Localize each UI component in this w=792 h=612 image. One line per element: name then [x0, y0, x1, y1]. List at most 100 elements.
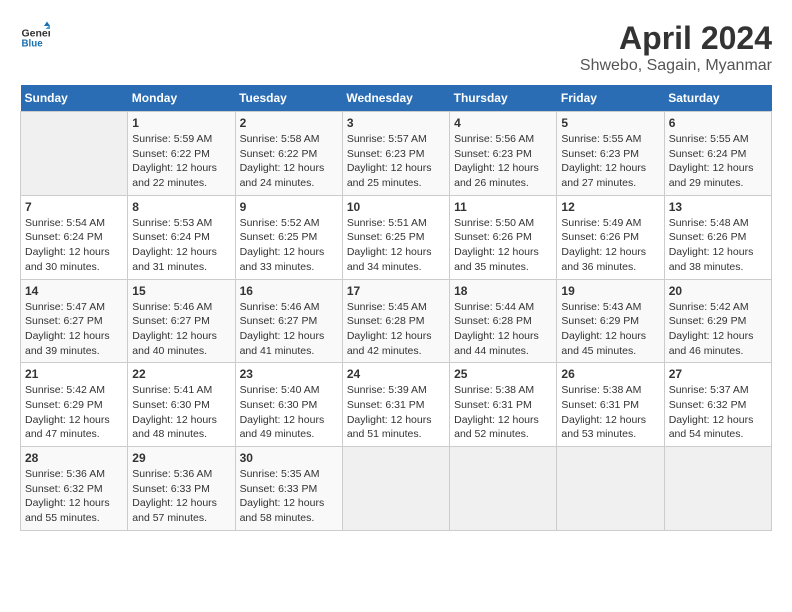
day-info: Sunrise: 5:58 AM Sunset: 6:22 PM Dayligh… — [240, 132, 338, 191]
calendar-week-2: 7 Sunrise: 5:54 AM Sunset: 6:24 PM Daylig… — [21, 195, 772, 279]
day-info: Sunrise: 5:56 AM Sunset: 6:23 PM Dayligh… — [454, 132, 552, 191]
day-info: Sunrise: 5:42 AM Sunset: 6:29 PM Dayligh… — [25, 383, 123, 442]
calendar-week-4: 21 Sunrise: 5:42 AM Sunset: 6:29 PM Dayli… — [21, 363, 772, 447]
header-thursday: Thursday — [450, 85, 557, 112]
day-info: Sunrise: 5:46 AM Sunset: 6:27 PM Dayligh… — [132, 300, 230, 359]
day-number: 26 — [561, 367, 659, 381]
calendar-cell: 7 Sunrise: 5:54 AM Sunset: 6:24 PM Daylig… — [21, 195, 128, 279]
day-info: Sunrise: 5:38 AM Sunset: 6:31 PM Dayligh… — [561, 383, 659, 442]
day-number: 21 — [25, 367, 123, 381]
calendar-cell: 15 Sunrise: 5:46 AM Sunset: 6:27 PM Dayli… — [128, 279, 235, 363]
day-number: 28 — [25, 451, 123, 465]
day-info: Sunrise: 5:50 AM Sunset: 6:26 PM Dayligh… — [454, 216, 552, 275]
day-number: 6 — [669, 116, 767, 130]
day-info: Sunrise: 5:46 AM Sunset: 6:27 PM Dayligh… — [240, 300, 338, 359]
day-info: Sunrise: 5:43 AM Sunset: 6:29 PM Dayligh… — [561, 300, 659, 359]
day-info: Sunrise: 5:52 AM Sunset: 6:25 PM Dayligh… — [240, 216, 338, 275]
day-number: 3 — [347, 116, 445, 130]
day-info: Sunrise: 5:48 AM Sunset: 6:26 PM Dayligh… — [669, 216, 767, 275]
day-number: 2 — [240, 116, 338, 130]
calendar-cell — [342, 447, 449, 531]
calendar-cell — [664, 447, 771, 531]
day-info: Sunrise: 5:53 AM Sunset: 6:24 PM Dayligh… — [132, 216, 230, 275]
calendar-cell: 11 Sunrise: 5:50 AM Sunset: 6:26 PM Dayli… — [450, 195, 557, 279]
day-info: Sunrise: 5:55 AM Sunset: 6:23 PM Dayligh… — [561, 132, 659, 191]
calendar-table: SundayMondayTuesdayWednesdayThursdayFrid… — [20, 85, 772, 531]
calendar-cell: 25Sunrise: 5:38 AM Sunset: 6:31 PM Dayli… — [450, 363, 557, 447]
day-number: 19 — [561, 284, 659, 298]
day-number: 25 — [454, 367, 552, 381]
day-info: Sunrise: 5:37 AM Sunset: 6:32 PM Dayligh… — [669, 383, 767, 442]
day-number: 9 — [240, 200, 338, 214]
calendar-cell: 19 Sunrise: 5:43 AM Sunset: 6:29 PM Dayli… — [557, 279, 664, 363]
day-number: 12 — [561, 200, 659, 214]
day-info: Sunrise: 5:35 AM Sunset: 6:33 PM Dayligh… — [240, 467, 338, 526]
day-number: 15 — [132, 284, 230, 298]
day-info: Sunrise: 5:57 AM Sunset: 6:23 PM Dayligh… — [347, 132, 445, 191]
calendar-week-5: 28 Sunrise: 5:36 AM Sunset: 6:32 PM Dayli… — [21, 447, 772, 531]
header-monday: Monday — [128, 85, 235, 112]
calendar-cell: 30 Sunrise: 5:35 AM Sunset: 6:33 PM Dayli… — [235, 447, 342, 531]
calendar-week-1: 1 Sunrise: 5:59 AM Sunset: 6:22 PM Daylig… — [21, 112, 772, 196]
calendar-cell — [557, 447, 664, 531]
calendar-cell: 4 Sunrise: 5:56 AM Sunset: 6:23 PM Daylig… — [450, 112, 557, 196]
day-number: 18 — [454, 284, 552, 298]
day-number: 13 — [669, 200, 767, 214]
day-number: 4 — [454, 116, 552, 130]
calendar-cell: 21 Sunrise: 5:42 AM Sunset: 6:29 PM Dayli… — [21, 363, 128, 447]
logo-icon: General Blue — [20, 20, 50, 50]
calendar-cell: 16 Sunrise: 5:46 AM Sunset: 6:27 PM Dayli… — [235, 279, 342, 363]
day-info: Sunrise: 5:36 AM Sunset: 6:32 PM Dayligh… — [25, 467, 123, 526]
calendar-cell: 9 Sunrise: 5:52 AM Sunset: 6:25 PM Daylig… — [235, 195, 342, 279]
day-info: Sunrise: 5:49 AM Sunset: 6:26 PM Dayligh… — [561, 216, 659, 275]
calendar-cell: 10 Sunrise: 5:51 AM Sunset: 6:25 PM Dayli… — [342, 195, 449, 279]
calendar-cell: 18 Sunrise: 5:44 AM Sunset: 6:28 PM Dayli… — [450, 279, 557, 363]
calendar-cell: 3 Sunrise: 5:57 AM Sunset: 6:23 PM Daylig… — [342, 112, 449, 196]
day-number: 10 — [347, 200, 445, 214]
calendar-cell: 1 Sunrise: 5:59 AM Sunset: 6:22 PM Daylig… — [128, 112, 235, 196]
day-number: 24 — [347, 367, 445, 381]
calendar-week-3: 14 Sunrise: 5:47 AM Sunset: 6:27 PM Dayli… — [21, 279, 772, 363]
header-wednesday: Wednesday — [342, 85, 449, 112]
day-info: Sunrise: 5:44 AM Sunset: 6:28 PM Dayligh… — [454, 300, 552, 359]
title-block: April 2024 Shwebo, Sagain, Myanmar — [580, 20, 772, 75]
calendar-cell: 23Sunrise: 5:40 AM Sunset: 6:30 PM Dayli… — [235, 363, 342, 447]
day-number: 8 — [132, 200, 230, 214]
day-number: 27 — [669, 367, 767, 381]
day-number: 5 — [561, 116, 659, 130]
day-number: 30 — [240, 451, 338, 465]
calendar-cell: 26 Sunrise: 5:38 AM Sunset: 6:31 PM Dayli… — [557, 363, 664, 447]
day-info: Sunrise: 5:51 AM Sunset: 6:25 PM Dayligh… — [347, 216, 445, 275]
calendar-cell: 13 Sunrise: 5:48 AM Sunset: 6:26 PM Dayli… — [664, 195, 771, 279]
calendar-cell: 20Sunrise: 5:42 AM Sunset: 6:29 PM Dayli… — [664, 279, 771, 363]
day-info: Sunrise: 5:47 AM Sunset: 6:27 PM Dayligh… — [25, 300, 123, 359]
day-number: 1 — [132, 116, 230, 130]
day-info: Sunrise: 5:45 AM Sunset: 6:28 PM Dayligh… — [347, 300, 445, 359]
day-info: Sunrise: 5:36 AM Sunset: 6:33 PM Dayligh… — [132, 467, 230, 526]
day-number: 11 — [454, 200, 552, 214]
calendar-cell: 5 Sunrise: 5:55 AM Sunset: 6:23 PM Daylig… — [557, 112, 664, 196]
day-info: Sunrise: 5:55 AM Sunset: 6:24 PM Dayligh… — [669, 132, 767, 191]
day-info: Sunrise: 5:59 AM Sunset: 6:22 PM Dayligh… — [132, 132, 230, 191]
calendar-cell: 6 Sunrise: 5:55 AM Sunset: 6:24 PM Daylig… — [664, 112, 771, 196]
logo: General Blue — [20, 20, 50, 50]
day-number: 20 — [669, 284, 767, 298]
day-number: 22 — [132, 367, 230, 381]
day-number: 16 — [240, 284, 338, 298]
calendar-cell — [450, 447, 557, 531]
day-number: 23 — [240, 367, 338, 381]
calendar-cell: 27 Sunrise: 5:37 AM Sunset: 6:32 PM Dayli… — [664, 363, 771, 447]
calendar-header-row: SundayMondayTuesdayWednesdayThursdayFrid… — [21, 85, 772, 112]
calendar-cell: 29Sunrise: 5:36 AM Sunset: 6:33 PM Dayli… — [128, 447, 235, 531]
calendar-cell: 17 Sunrise: 5:45 AM Sunset: 6:28 PM Dayli… — [342, 279, 449, 363]
day-number: 14 — [25, 284, 123, 298]
calendar-cell: 28 Sunrise: 5:36 AM Sunset: 6:32 PM Dayli… — [21, 447, 128, 531]
svg-text:Blue: Blue — [22, 38, 44, 49]
calendar-cell: 8 Sunrise: 5:53 AM Sunset: 6:24 PM Daylig… — [128, 195, 235, 279]
day-number: 7 — [25, 200, 123, 214]
calendar-cell: 24 Sunrise: 5:39 AM Sunset: 6:31 PM Dayli… — [342, 363, 449, 447]
day-info: Sunrise: 5:54 AM Sunset: 6:24 PM Dayligh… — [25, 216, 123, 275]
calendar-cell: 2 Sunrise: 5:58 AM Sunset: 6:22 PM Daylig… — [235, 112, 342, 196]
day-number: 17 — [347, 284, 445, 298]
day-info: Sunrise: 5:39 AM Sunset: 6:31 PM Dayligh… — [347, 383, 445, 442]
